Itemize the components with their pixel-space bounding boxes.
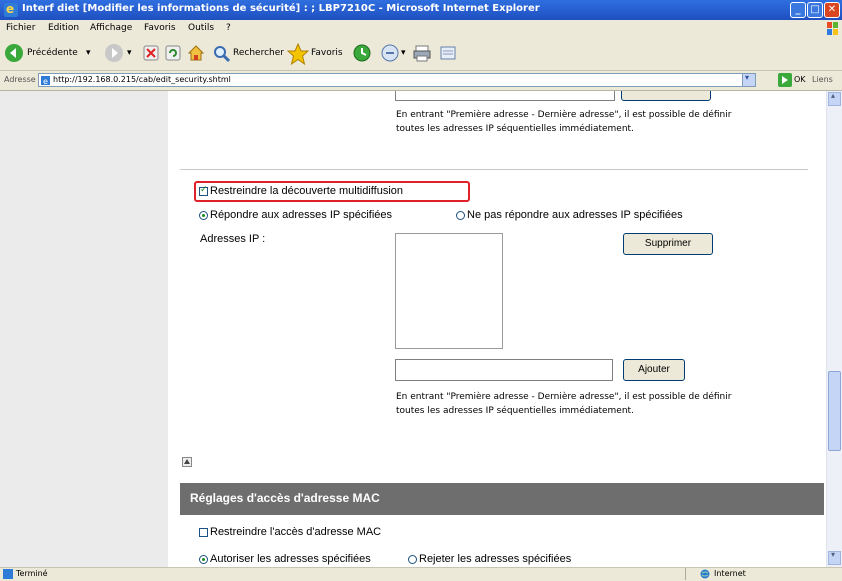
mac-radio-allow-label: Autoriser les adresses spécifiées [210, 553, 371, 565]
radio-no-respond[interactable]: Ne pas répondre aux adresses IP spécifié… [456, 209, 756, 223]
scroll-up-button[interactable]: ▴ [828, 91, 841, 106]
ie-logo-icon: e [4, 2, 18, 17]
history-icon[interactable] [352, 43, 372, 63]
mac-section-title: Réglages d'accès d'adresse MAC [190, 491, 380, 505]
address-url: http://192.168.0.215/cab/edit_security.s… [53, 75, 231, 84]
menu-help[interactable]: ? [226, 23, 231, 33]
close-button[interactable]: ✕ [824, 2, 840, 18]
chevron-up-icon: ▴ [831, 91, 836, 100]
menu-edition[interactable]: Edition [48, 23, 79, 33]
go-button[interactable]: OK [778, 73, 808, 87]
ip-address-list[interactable] [395, 233, 503, 349]
vertical-scrollbar[interactable]: ▴ ▾ [826, 91, 842, 567]
mac-section-header: Réglages d'accès d'adresse MAC [180, 483, 824, 515]
links-label[interactable]: Liens [812, 75, 833, 84]
forward-chevron-icon[interactable]: ▾ [127, 48, 132, 58]
radio-respond-button[interactable] [199, 211, 208, 220]
divider [180, 169, 808, 170]
mac-checkbox-row[interactable]: Restreindre l'accès d'adresse MAC [199, 526, 459, 541]
page-icon: e [41, 76, 50, 86]
search-button[interactable]: Rechercher [212, 43, 284, 65]
multicast-checkbox-row[interactable]: ✓ Restreindre la découverte multidiffusi… [199, 185, 469, 200]
multicast-checkbox-label: Restreindre la découverte multidiffusion [210, 185, 404, 197]
chevron-down-icon: ▾ [831, 550, 836, 559]
maximize-button[interactable]: □ [807, 2, 823, 18]
go-label: OK [794, 75, 806, 84]
back-arrow-icon [5, 44, 23, 62]
note-text-3: En entrant "Première adresse - Dernière … [396, 392, 732, 402]
back-to-top-icon[interactable] [182, 457, 192, 467]
radio-respond-label: Répondre aux adresses IP spécifiées [210, 209, 393, 221]
window-title: Interf diet [Modifier les informations d… [22, 3, 540, 14]
toolbar: Précédente ▾ ▾ Rechercher Favoris ▾ [0, 38, 842, 71]
favorites-button[interactable]: Favoris [287, 43, 345, 65]
status-bar: Terminé Internet [0, 567, 842, 581]
mac-radio-reject[interactable]: Rejeter les adresses spécifiées [408, 553, 628, 567]
menu-bar: Fichier Edition Affichage Favoris Outils… [0, 20, 842, 39]
menu-affichage[interactable]: Affichage [90, 23, 132, 33]
star-icon [287, 43, 309, 65]
mac-checkbox-label: Restreindre l'accès d'adresse MAC [210, 526, 382, 538]
windows-flag-icon [827, 22, 838, 35]
left-navigation-pane [0, 91, 168, 567]
favorites-label: Favoris [311, 48, 343, 58]
mac-radio-reject-label: Rejeter les adresses spécifiées [419, 553, 572, 565]
add-button[interactable]: Ajouter [623, 359, 685, 381]
mac-radio-reject-button[interactable] [408, 555, 417, 564]
globe-icon [700, 569, 710, 579]
ip-range-input-top[interactable] [395, 91, 615, 101]
multicast-checkbox[interactable]: ✓ [199, 185, 208, 196]
status-divider [685, 568, 686, 580]
mac-radio-allow-button[interactable] [199, 555, 208, 564]
note-text-4: toutes les adresses IP séquentielles imm… [396, 406, 634, 416]
menu-outils[interactable]: Outils [188, 23, 214, 33]
ip-range-input[interactable] [395, 359, 613, 381]
print-icon[interactable] [412, 43, 432, 63]
main-content: En entrant "Première adresse - Dernière … [168, 91, 824, 567]
status-text: Terminé [16, 569, 48, 578]
forward-button[interactable] [104, 43, 124, 63]
stop-icon[interactable] [142, 44, 160, 62]
scroll-thumb[interactable] [828, 371, 841, 451]
title-bar: e Interf diet [Modifier les informations… [0, 0, 842, 20]
menu-favoris[interactable]: Favoris [144, 23, 176, 33]
home-icon[interactable] [186, 43, 206, 63]
ip-addresses-label: Adresses IP : [200, 233, 266, 245]
address-dropdown-button[interactable]: ▾ [742, 73, 755, 86]
edit-icon[interactable] [438, 43, 458, 63]
search-icon [214, 46, 231, 63]
chevron-down-icon: ▾ [86, 48, 91, 58]
scroll-down-button[interactable]: ▾ [828, 550, 841, 565]
back-button[interactable]: Précédente ▾ [4, 42, 96, 64]
minimize-button[interactable]: _ [790, 2, 806, 18]
page-done-icon [3, 569, 13, 579]
note-text-1: En entrant "Première adresse - Dernière … [396, 110, 732, 120]
zone-text: Internet [714, 569, 746, 578]
add-button-top[interactable] [621, 91, 711, 101]
menu-fichier[interactable]: Fichier [6, 23, 35, 33]
note-text-2: toutes les adresses IP séquentielles imm… [396, 124, 634, 134]
radio-no-respond-label: Ne pas répondre aux adresses IP spécifié… [467, 209, 683, 221]
search-label: Rechercher [233, 48, 284, 58]
chevron-down-icon: ▾ [745, 73, 750, 82]
address-input[interactable]: e http://192.168.0.215/cab/edit_security… [38, 73, 756, 87]
mail-chevron-icon[interactable]: ▾ [401, 48, 406, 58]
go-arrow-icon [778, 73, 792, 87]
delete-button[interactable]: Supprimer [623, 233, 713, 255]
address-label: Adresse [4, 75, 36, 84]
address-bar: Adresse e http://192.168.0.215/cab/edit_… [0, 71, 842, 91]
mac-checkbox[interactable] [199, 528, 208, 537]
refresh-icon[interactable] [164, 44, 182, 62]
mail-icon[interactable] [380, 43, 400, 63]
back-label: Précédente [27, 48, 78, 58]
radio-no-respond-button[interactable] [456, 211, 465, 220]
svg-text:e: e [43, 77, 48, 86]
